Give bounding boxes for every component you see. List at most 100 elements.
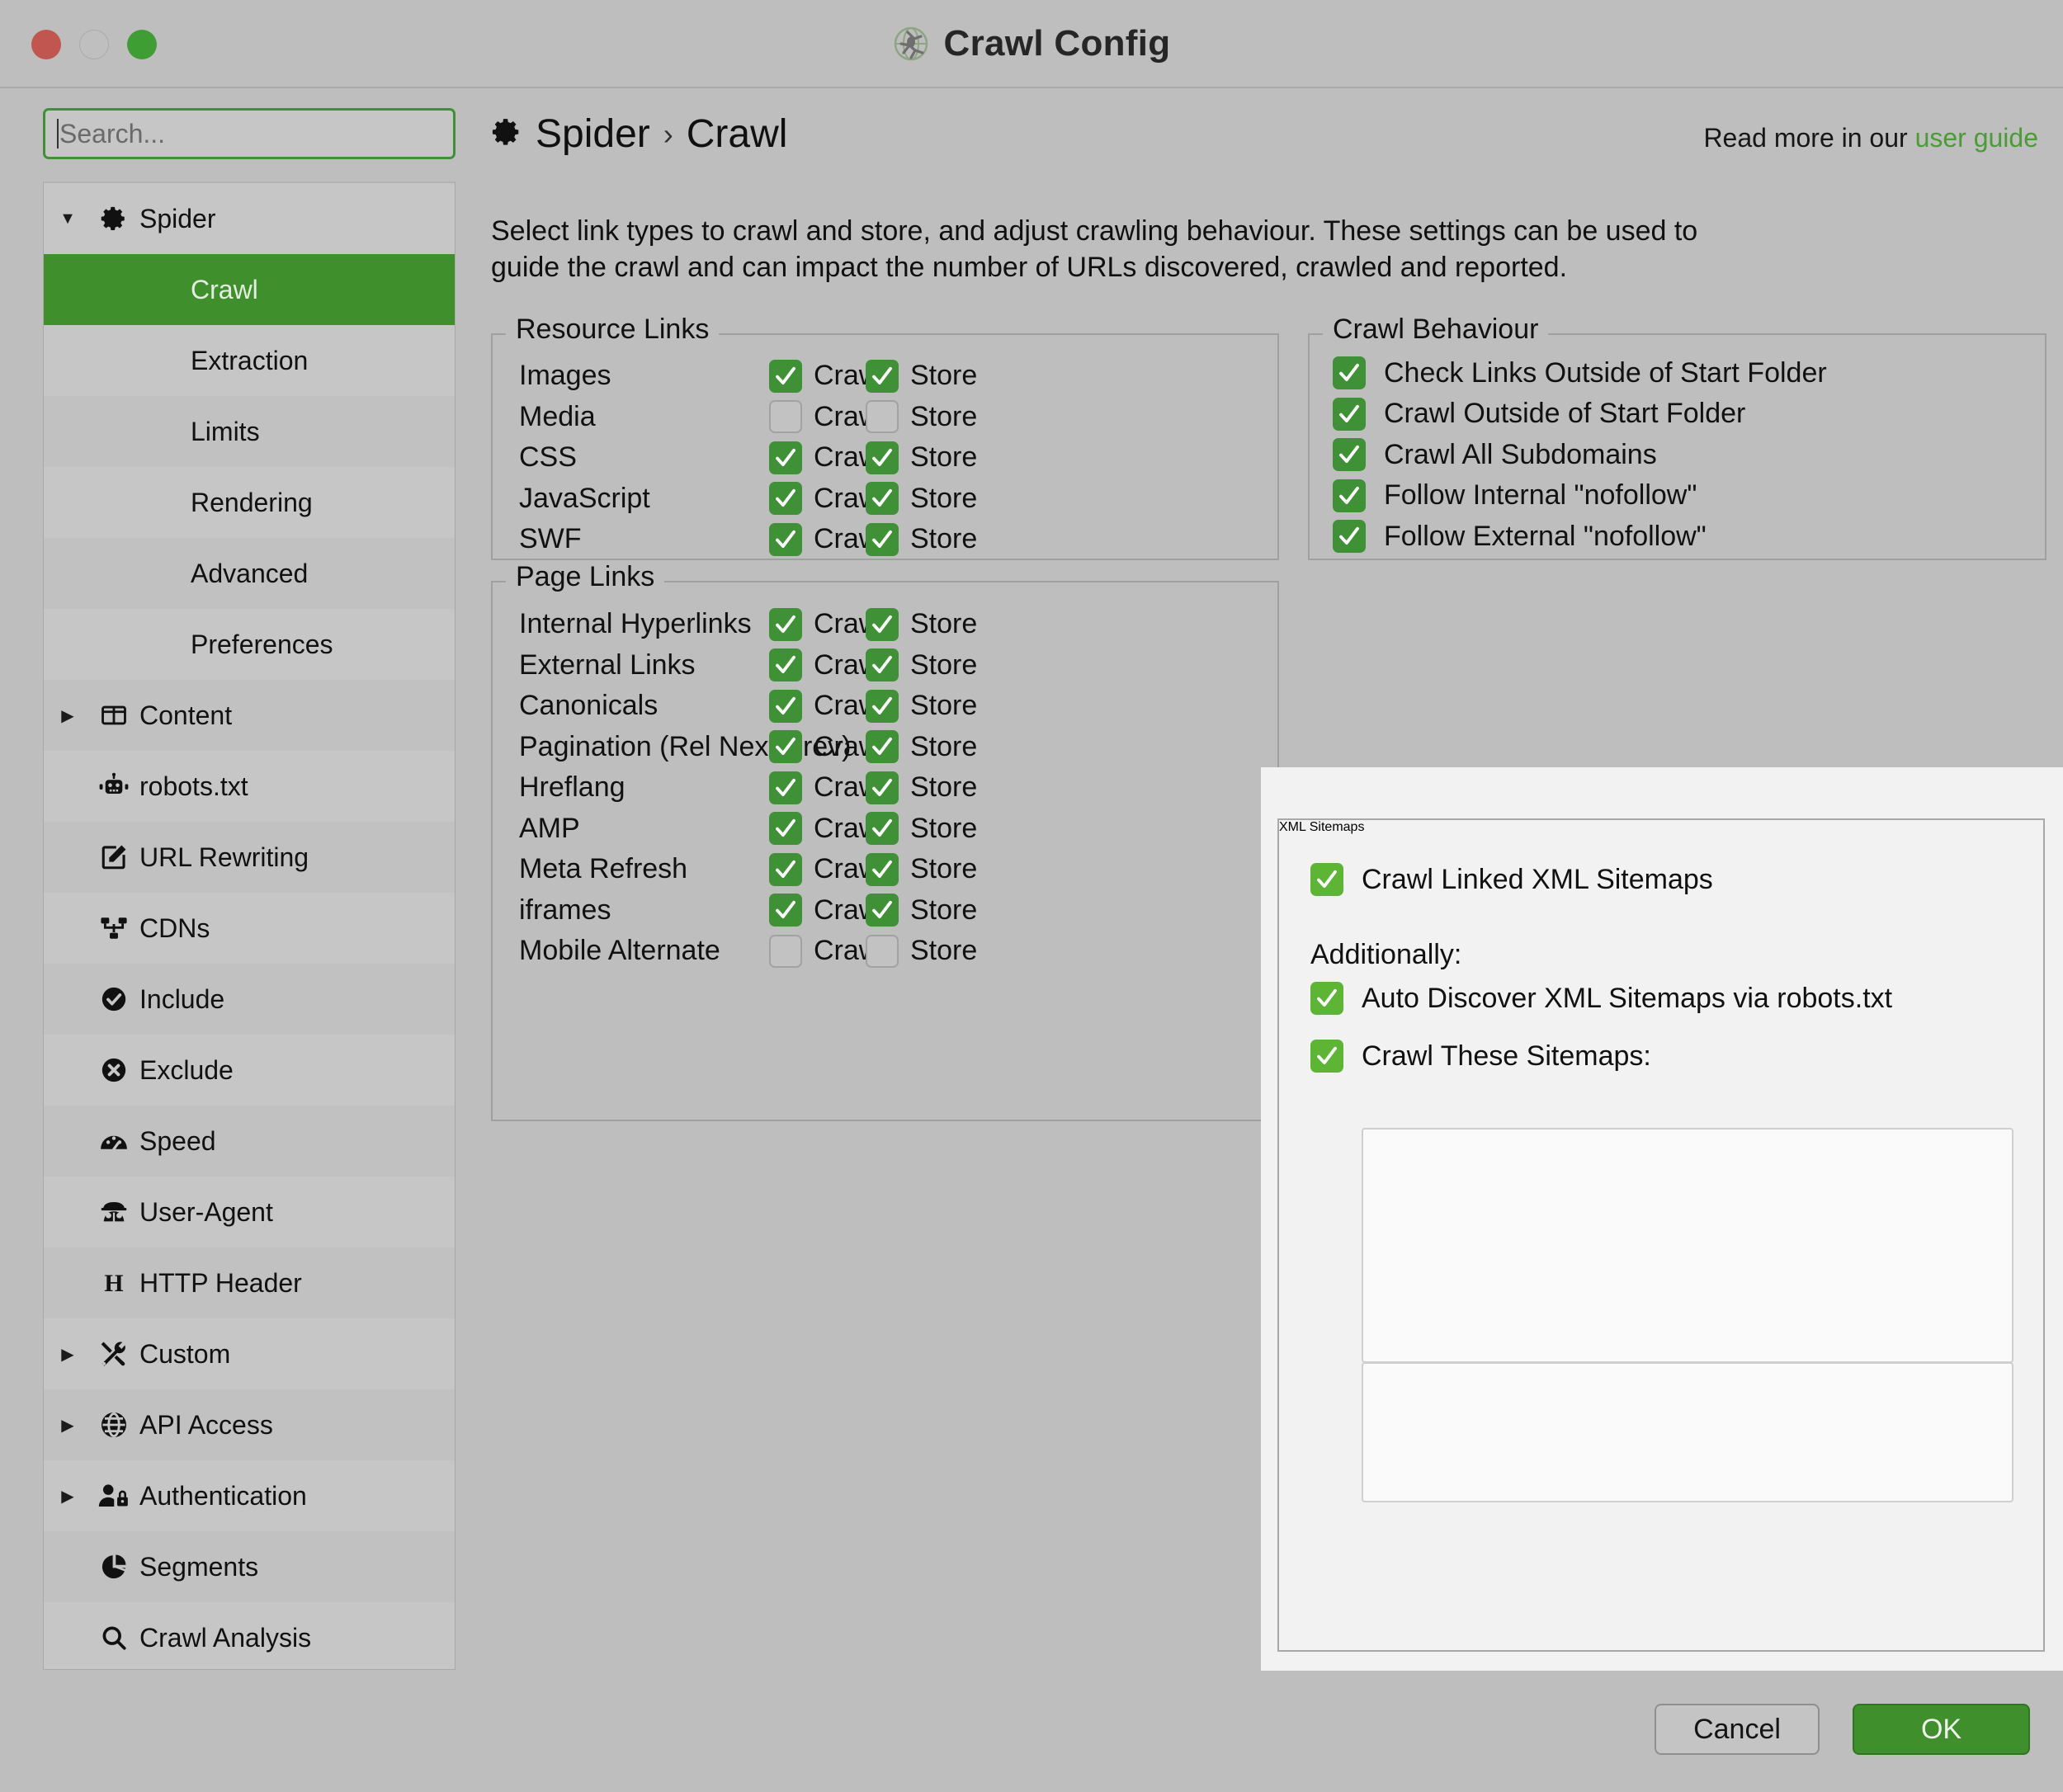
page-link-store-toggle-amp[interactable]: Store — [866, 812, 977, 845]
breadcrumb-root[interactable]: Spider — [536, 111, 650, 157]
resource-link-store-checkbox-javascript[interactable] — [866, 482, 899, 515]
page-link-store-checkbox-hreflang[interactable] — [866, 771, 899, 804]
page-link-store-toggle-internal-hyperlinks[interactable]: Store — [866, 607, 977, 641]
sidebar-item-include[interactable]: Include — [44, 964, 455, 1035]
store-label: Store — [910, 360, 978, 391]
sidebar-item-robots-txt[interactable]: robots.txt — [44, 751, 455, 822]
resource-link-store-toggle-javascript[interactable]: Store — [866, 482, 977, 515]
sidebar-item-user-agent[interactable]: User-Agent — [44, 1177, 455, 1247]
chevron-down-icon[interactable]: ▼ — [44, 210, 92, 229]
sidebar-item-limits[interactable]: Limits — [44, 396, 455, 467]
page-link-store-toggle-pagination-rel-next-prev[interactable]: Store — [866, 730, 977, 763]
sidebar-item-authentication[interactable]: ▶ Authentication — [44, 1460, 455, 1531]
resource-link-store-checkbox-media[interactable] — [866, 400, 899, 433]
sidebar-item-content[interactable]: ▶ Content — [44, 680, 455, 751]
sidebar-item-spider[interactable]: ▼ Spider — [44, 183, 455, 254]
resource-link-crawl-checkbox-css[interactable] — [769, 441, 802, 474]
page-link-store-toggle-meta-refresh[interactable]: Store — [866, 852, 977, 886]
crawl-linked-xml-sitemaps-row[interactable]: Crawl Linked XML Sitemaps — [1310, 863, 1713, 896]
sidebar-item-url-rewriting[interactable]: URL Rewriting — [44, 822, 455, 893]
sitemap-list[interactable] — [1362, 1128, 2013, 1363]
resource-link-store-checkbox-swf[interactable] — [866, 522, 899, 556]
sidebar-item-label: Spider — [139, 203, 216, 233]
resource-link-crawl-checkbox-javascript[interactable] — [769, 482, 802, 515]
crawl-these-sitemaps-checkbox[interactable] — [1310, 1040, 1343, 1073]
crawl-behaviour-checkbox-crawl-outside-of-start-folder[interactable] — [1333, 397, 1366, 431]
page-link-store-toggle-external-links[interactable]: Store — [866, 648, 977, 681]
sidebar-item-exclude[interactable]: Exclude — [44, 1035, 455, 1106]
crawl-behaviour-row-crawl-all-subdomains[interactable]: Crawl All Subdomains — [1333, 438, 1657, 471]
crawl-behaviour-checkbox-crawl-all-subdomains[interactable] — [1333, 438, 1366, 471]
page-link-store-checkbox-internal-hyperlinks[interactable] — [866, 607, 899, 641]
crawl-behaviour-checkbox-follow-internal-nofollow[interactable] — [1333, 479, 1366, 512]
page-link-store-checkbox-meta-refresh[interactable] — [866, 852, 899, 886]
sidebar-item-preferences[interactable]: Preferences — [44, 609, 455, 680]
page-link-store-toggle-hreflang[interactable]: Store — [866, 771, 977, 804]
resource-link-store-toggle-media[interactable]: Store — [866, 400, 977, 433]
sidebar-item-http-header[interactable]: H HTTP Header — [44, 1247, 455, 1318]
sidebar-item-custom[interactable]: ▶ Custom — [44, 1318, 455, 1389]
resource-link-store-checkbox-css[interactable] — [866, 441, 899, 474]
settings-tree[interactable]: ▼ Spider Crawl Extraction Limits Rendering Adv… — [43, 182, 456, 1670]
crawl-behaviour-row-check-links-outside-of-start-folder[interactable]: Check Links Outside of Start Folder — [1333, 356, 1827, 389]
resource-link-store-toggle-images[interactable]: Store — [866, 359, 978, 393]
resource-link-store-toggle-css[interactable]: Store — [866, 441, 977, 474]
page-link-store-checkbox-mobile-alternate[interactable] — [866, 934, 899, 968]
page-link-crawl-checkbox-iframes[interactable] — [769, 894, 802, 927]
search-input[interactable]: Search... — [43, 108, 456, 159]
page-link-store-checkbox-amp[interactable] — [866, 812, 899, 845]
page-link-crawl-checkbox-pagination-rel-next-prev[interactable] — [769, 730, 802, 763]
page-link-crawl-checkbox-external-links[interactable] — [769, 648, 802, 681]
window-title-group: Crawl Config — [0, 0, 2063, 87]
crawl-behaviour-row-follow-internal-nofollow[interactable]: Follow Internal "nofollow" — [1333, 479, 1697, 512]
page-link-store-toggle-iframes[interactable]: Store — [866, 894, 977, 927]
page-link-store-checkbox-external-links[interactable] — [866, 648, 899, 681]
page-link-store-checkbox-iframes[interactable] — [866, 894, 899, 927]
page-link-crawl-checkbox-meta-refresh[interactable] — [769, 852, 802, 886]
page-link-crawl-checkbox-amp[interactable] — [769, 812, 802, 845]
sitemap-list-secondary[interactable] — [1362, 1362, 2013, 1502]
chevron-right-icon[interactable]: ▶ — [44, 1415, 92, 1436]
page-link-crawl-checkbox-mobile-alternate[interactable] — [769, 934, 802, 968]
resource-link-crawl-checkbox-swf[interactable] — [769, 522, 802, 556]
user-guide-link[interactable]: user guide — [1915, 123, 2038, 153]
resource-link-store-checkbox-images[interactable] — [866, 359, 899, 393]
crawl-behaviour-row-crawl-outside-of-start-folder[interactable]: Crawl Outside of Start Folder — [1333, 397, 1745, 431]
sidebar-item-segments[interactable]: Segments — [44, 1531, 455, 1602]
page-link-store-checkbox-canonicals[interactable] — [866, 689, 899, 723]
sidebar-item-crawl[interactable]: Crawl — [44, 254, 455, 325]
auto-discover-sitemaps-checkbox[interactable] — [1310, 982, 1343, 1015]
sidebar-item-advanced[interactable]: Advanced — [44, 538, 455, 609]
additionally-label: Additionally: — [1310, 939, 1462, 970]
page-link-crawl-checkbox-canonicals[interactable] — [769, 689, 802, 723]
resource-link-label: Media — [519, 400, 596, 432]
sidebar-item-api-access[interactable]: ▶ API Access — [44, 1389, 455, 1460]
page-link-crawl-checkbox-hreflang[interactable] — [769, 771, 802, 804]
cancel-button[interactable]: Cancel — [1655, 1704, 1820, 1755]
auto-discover-sitemaps-row[interactable]: Auto Discover XML Sitemaps via robots.tx… — [1310, 982, 1892, 1015]
pie-chart-icon — [92, 1553, 136, 1581]
crawl-behaviour-row-follow-external-nofollow[interactable]: Follow External "nofollow" — [1333, 520, 1707, 553]
resource-link-crawl-checkbox-images[interactable] — [769, 359, 802, 393]
robot-icon — [92, 772, 136, 800]
crawl-linked-xml-sitemaps-checkbox[interactable] — [1310, 863, 1343, 896]
sidebar-item-cdns[interactable]: CDNs — [44, 893, 455, 964]
chevron-right-icon[interactable]: ▶ — [44, 705, 92, 726]
chevron-right-icon[interactable]: ▶ — [44, 1486, 92, 1507]
crawl-behaviour-checkbox-check-links-outside-of-start-folder[interactable] — [1333, 356, 1366, 389]
chevron-right-icon[interactable]: ▶ — [44, 1344, 92, 1365]
page-link-store-checkbox-pagination-rel-next-prev[interactable] — [866, 730, 899, 763]
sidebar-item-extraction[interactable]: Extraction — [44, 325, 455, 396]
crawl-these-sitemaps-row[interactable]: Crawl These Sitemaps: — [1310, 1040, 1651, 1073]
page-link-store-toggle-mobile-alternate[interactable]: Store — [866, 934, 977, 968]
sidebar-item-rendering[interactable]: Rendering — [44, 467, 455, 538]
sidebar-item-crawl-analysis[interactable]: Crawl Analysis — [44, 1602, 455, 1669]
ok-button[interactable]: OK — [1853, 1704, 2030, 1755]
sidebar-item-speed[interactable]: Speed — [44, 1106, 455, 1177]
resource-link-store-toggle-swf[interactable]: Store — [866, 522, 977, 556]
crawl-behaviour-checkbox-follow-external-nofollow[interactable] — [1333, 520, 1366, 553]
page-link-crawl-checkbox-internal-hyperlinks[interactable] — [769, 607, 802, 641]
page-link-store-toggle-canonicals[interactable]: Store — [866, 689, 977, 723]
dialog-footer: Cancel OK — [474, 1668, 2063, 1792]
resource-link-crawl-checkbox-media[interactable] — [769, 400, 802, 433]
